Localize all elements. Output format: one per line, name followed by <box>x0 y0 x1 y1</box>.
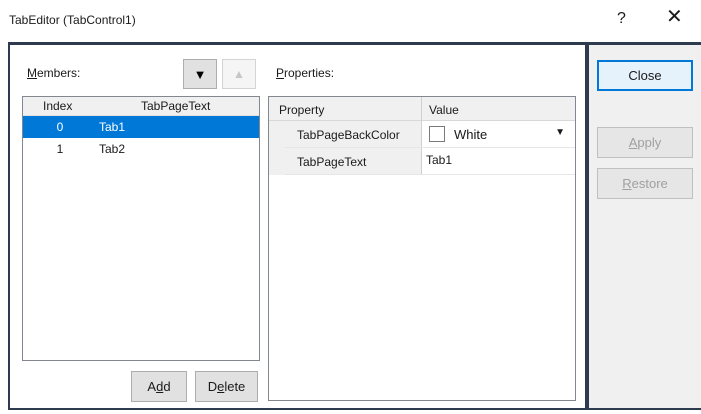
move-up-button: ▲ <box>222 59 256 89</box>
triangle-down-icon: ▼ <box>193 66 207 82</box>
close-button[interactable]: Close <box>597 60 693 91</box>
members-list-header: Index TabPageText <box>23 97 259 116</box>
column-header-index: Index <box>43 99 73 113</box>
member-index: 1 <box>56 142 64 156</box>
member-index: 0 <box>56 120 64 134</box>
triangle-up-icon: ▲ <box>233 67 245 81</box>
add-button[interactable]: Add <box>131 371 187 402</box>
window-title: TabEditor (TabControl1) <box>9 13 136 27</box>
member-row-tab2[interactable]: 1 Tab2 <box>23 138 259 160</box>
members-list[interactable]: Index TabPageText 0 Tab1 1 Tab2 <box>22 96 260 361</box>
apply-button: Apply <box>597 127 693 158</box>
close-window-button[interactable]: ✕ <box>666 7 683 27</box>
delete-button[interactable]: De lete <box>195 371 258 402</box>
property-name: TabPageText <box>297 155 367 169</box>
title-bar: TabEditor (TabControl1) ? ✕ <box>0 0 701 42</box>
column-header-value: Value <box>429 103 459 117</box>
property-row-tabpagebackcolor[interactable]: TabPageBackColor White ▼ <box>269 121 575 148</box>
move-down-button[interactable]: ▼ <box>183 59 217 89</box>
property-name: TabPageBackColor <box>297 128 400 142</box>
column-header-property: Property <box>279 103 325 117</box>
property-grid[interactable]: Property Value TabPageBackColor White ▼ … <box>268 96 576 401</box>
properties-label: Properties: <box>276 66 335 80</box>
help-button[interactable]: ? <box>617 10 626 28</box>
member-text: Tab1 <box>99 120 126 134</box>
restore-button: Restore <box>597 168 693 199</box>
dropdown-arrow-icon[interactable]: ▼ <box>555 127 565 138</box>
color-swatch <box>429 126 445 142</box>
property-value: White <box>454 127 488 142</box>
member-text: Tab2 <box>99 142 126 156</box>
column-header-tabpagetext: TabPageText <box>141 99 211 113</box>
member-row-tab1[interactable]: 0 Tab1 <box>23 116 259 138</box>
property-value[interactable]: Tab1 <box>426 153 452 167</box>
property-grid-header: Property Value <box>269 97 575 121</box>
action-panel <box>589 45 701 408</box>
property-row-tabpagetext[interactable]: TabPageText Tab1 <box>269 148 575 175</box>
members-label: Members: <box>27 66 81 80</box>
